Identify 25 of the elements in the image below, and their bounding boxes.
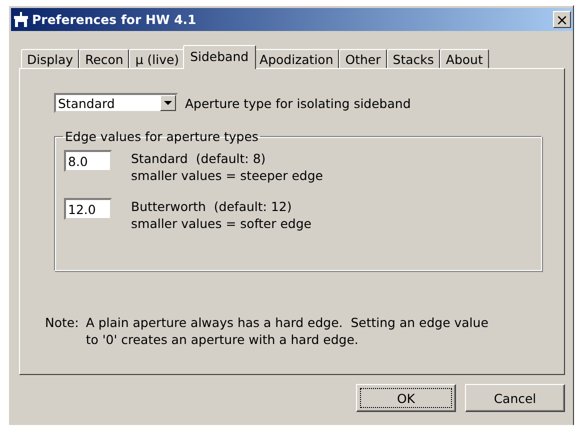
- tab[interactable]: About: [440, 49, 489, 68]
- note-text: A plain aperture always has a hard edge. Setting an edge value: [86, 314, 488, 331]
- tab[interactable]: Stacks: [386, 49, 440, 68]
- tab[interactable]: Display: [21, 49, 80, 68]
- field-label: Standard (default: 8): [131, 150, 267, 167]
- dialog-button[interactable]: Cancel: [465, 384, 565, 412]
- close-button[interactable]: ×: [553, 11, 571, 28]
- group-title: Edge values for aperture types: [64, 129, 260, 144]
- field-hint: smaller values = softer edge: [131, 215, 312, 232]
- tab[interactable]: Other: [339, 49, 387, 68]
- field-hint: smaller values = steeper edge: [131, 167, 323, 184]
- app-icon: [13, 12, 29, 28]
- note-text: to '0' creates an aperture with a hard edge.: [86, 331, 360, 348]
- field-label: Butterworth (default: 12): [131, 198, 293, 215]
- aperture-dropdown[interactable]: Standard: [54, 93, 178, 113]
- dialog-button[interactable]: OK: [356, 384, 456, 412]
- window-title: Preferences for HW 4.1: [32, 12, 198, 27]
- aperture-label: Aperture type for isolating sideband: [185, 96, 411, 110]
- tab[interactable]: Recon: [79, 49, 130, 68]
- tab[interactable]: Apodization: [254, 49, 340, 68]
- note-label: Note:: [45, 314, 79, 332]
- tab[interactable]: Sideband: [183, 45, 256, 69]
- input-field[interactable]: 12.0: [64, 198, 112, 220]
- tab[interactable]: µ (live): [129, 49, 186, 68]
- input-field[interactable]: 8.0: [64, 150, 112, 172]
